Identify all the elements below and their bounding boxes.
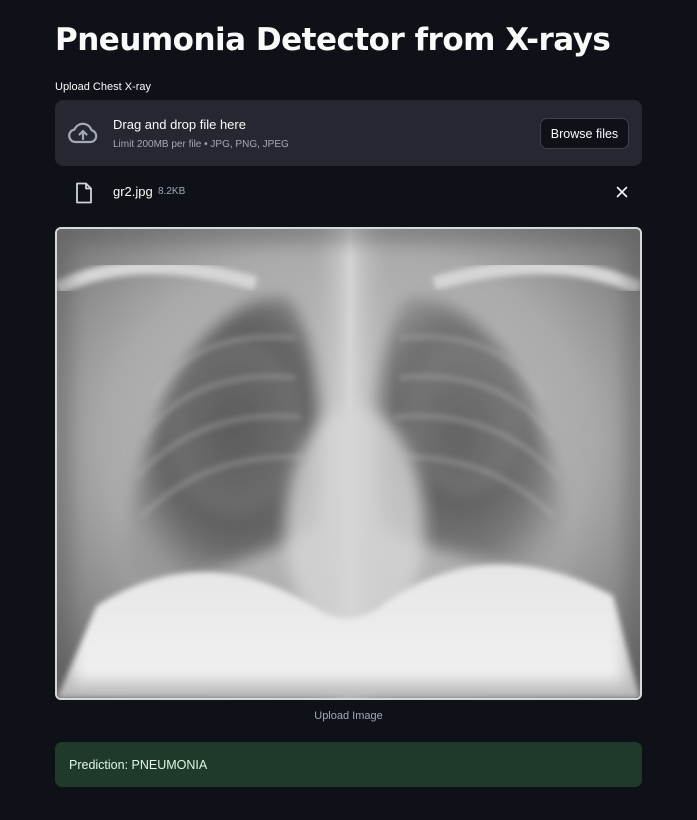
upload-label: Upload Chest X-ray <box>55 81 151 93</box>
dropzone-title: Drag and drop file here <box>113 117 246 132</box>
close-icon[interactable] <box>616 186 628 198</box>
uploaded-file-size: 8.2KB <box>158 186 186 197</box>
page-title: Pneumonia Detector from X-rays <box>55 22 611 58</box>
uploaded-file-row: gr2.jpg 8.2KB <box>55 176 642 210</box>
prediction-alert: Prediction: PNEUMONIA <box>55 742 642 787</box>
browse-files-button[interactable]: Browse files <box>540 118 629 149</box>
file-dropzone[interactable]: Drag and drop file here Limit 200MB per … <box>55 100 642 166</box>
dropzone-subtitle: Limit 200MB per file • JPG, PNG, JPEG <box>113 139 289 150</box>
chest-xray-image <box>55 227 642 700</box>
cloud-upload-icon <box>68 122 98 144</box>
file-icon <box>76 182 92 204</box>
image-caption: Upload Image <box>314 710 383 722</box>
prediction-text: Prediction: PNEUMONIA <box>69 758 208 772</box>
uploaded-file-name: gr2.jpg <box>113 184 153 199</box>
